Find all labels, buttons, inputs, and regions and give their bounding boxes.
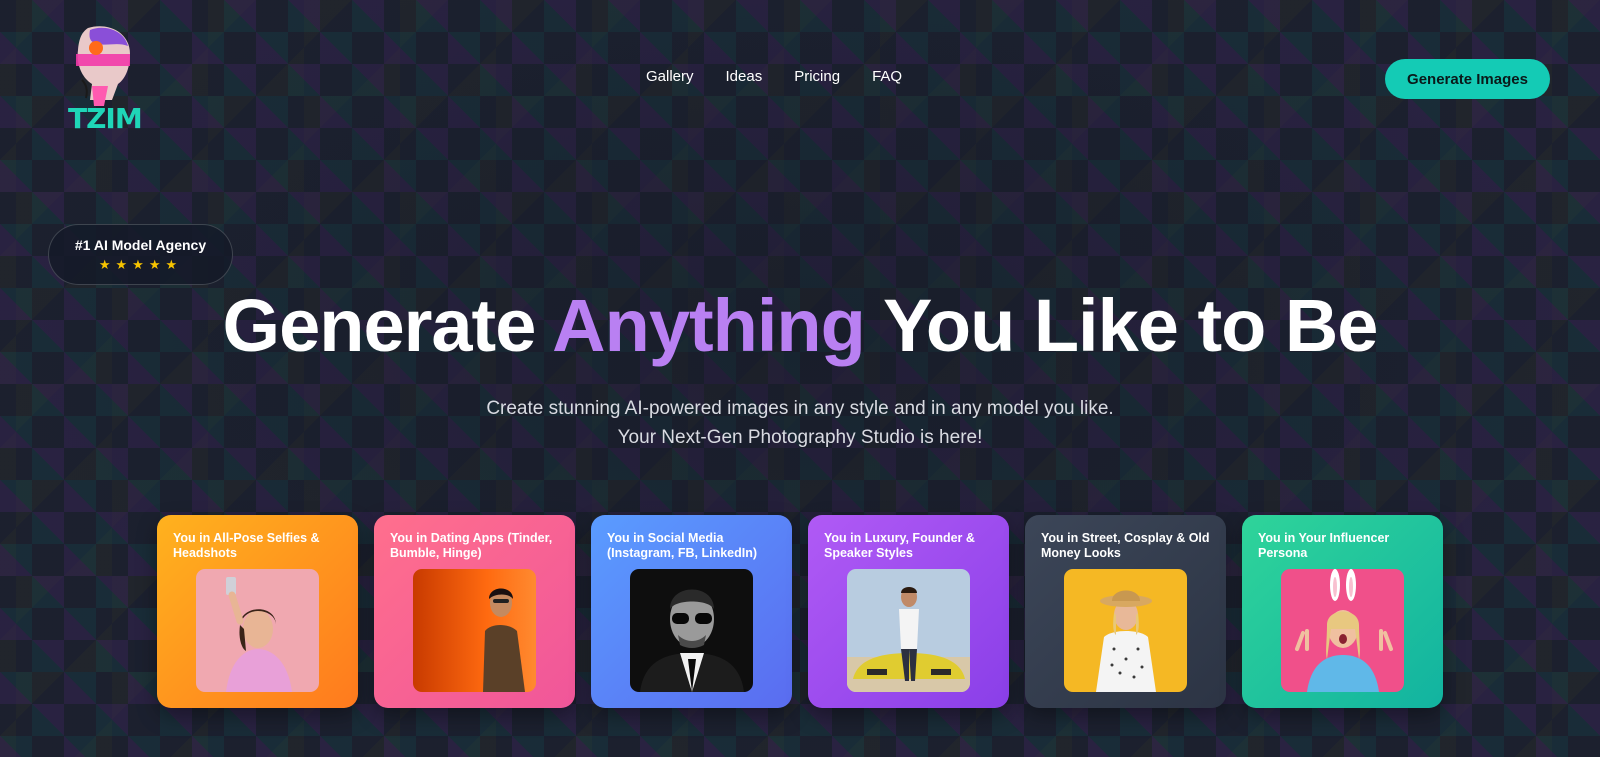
nav-gallery[interactable]: Gallery	[646, 68, 694, 85]
logo-text: TZIM	[68, 102, 143, 135]
card-selfies[interactable]: You in All-Pose Selfies & Headshots	[157, 515, 358, 708]
man-orange-backdrop-photo	[413, 569, 536, 692]
generate-images-button[interactable]: Generate Images	[1385, 59, 1550, 99]
card-dating-apps[interactable]: You in Dating Apps (Tinder, Bumble, Hing…	[374, 515, 575, 708]
style-cards: You in All-Pose Selfies & Headshots You …	[157, 515, 1443, 708]
hero-subtitle: Create stunning AI-powered images in any…	[0, 394, 1600, 452]
card-social-media[interactable]: You in Social Media (Instagram, FB, Link…	[591, 515, 792, 708]
card-influencer[interactable]: You in Your Influencer Persona	[1242, 515, 1443, 708]
headline-part1: Generate	[222, 284, 553, 367]
nav-faq[interactable]: FAQ	[872, 68, 902, 85]
card-label: You in All-Pose Selfies & Headshots	[173, 531, 320, 560]
main-nav: Gallery Ideas Pricing FAQ	[646, 68, 902, 85]
card-label: You in Social Media (Instagram, FB, Link…	[607, 531, 758, 560]
agency-badge: #1 AI Model Agency ★★★★★	[48, 224, 233, 285]
tzim-logo[interactable]: TZIM	[68, 24, 143, 136]
card-label: You in Street, Cosplay & Old Money Looks	[1041, 531, 1210, 560]
subtitle-line-1: Create stunning AI-powered images in any…	[486, 398, 1114, 419]
subtitle-line-2: Your Next-Gen Photography Studio is here…	[617, 427, 983, 448]
card-label: You in Luxury, Founder & Speaker Styles	[824, 531, 975, 560]
headline-part2: You Like to Be	[864, 284, 1378, 367]
badge-title: #1 AI Model Agency	[74, 236, 207, 253]
woman-straw-hat-photo	[1064, 569, 1187, 692]
card-street-cosplay[interactable]: You in Street, Cosplay & Old Money Looks	[1025, 515, 1226, 708]
woman-bunny-ears-photo	[1281, 569, 1404, 692]
selfie-woman-photo	[196, 569, 319, 692]
nav-pricing[interactable]: Pricing	[794, 68, 840, 85]
man-sunglasses-bw-photo	[630, 569, 753, 692]
card-label: You in Your Influencer Persona	[1258, 531, 1390, 560]
nav-ideas[interactable]: Ideas	[726, 68, 763, 85]
headline-accent: Anything	[552, 284, 866, 367]
star-rating: ★★★★★	[98, 256, 183, 272]
hero-headline: Generate Anything You Like to Be	[0, 283, 1600, 368]
man-sports-car-photo	[847, 569, 970, 692]
card-label: You in Dating Apps (Tinder, Bumble, Hing…	[390, 531, 553, 560]
card-luxury[interactable]: You in Luxury, Founder & Speaker Styles	[808, 515, 1009, 708]
